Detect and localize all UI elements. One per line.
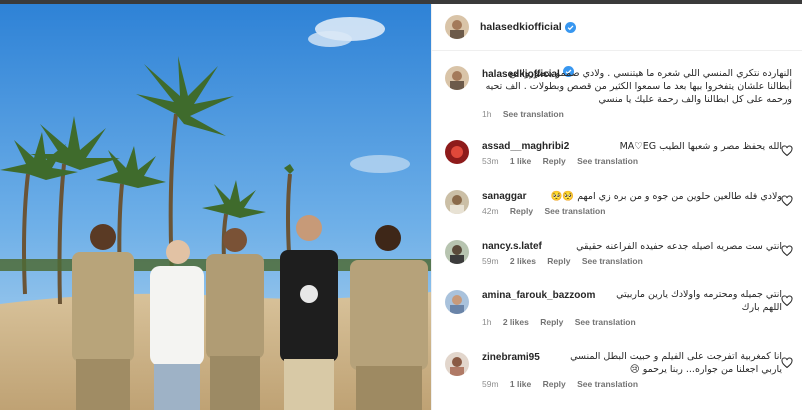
verified-badge-icon bbox=[564, 21, 576, 33]
post-header: halasedkiofficial bbox=[432, 4, 802, 51]
caption-see-translation[interactable]: See translation bbox=[503, 109, 564, 119]
comment-meta: 59m 2 likes Reply See translation bbox=[482, 256, 782, 266]
commenter-avatar[interactable] bbox=[445, 352, 469, 376]
comment-time: 59m bbox=[482, 379, 499, 389]
comments-list: halasedkiofficial النهارده نتكري المنسي … bbox=[432, 52, 802, 410]
commenter-username[interactable]: zinebrami95 bbox=[482, 352, 540, 363]
post-side-panel: halasedkiofficial halasedkiofficial النه… bbox=[431, 4, 802, 410]
comment-likes[interactable]: 1 like bbox=[510, 156, 531, 166]
comment-meta: 1h 2 likes Reply See translation bbox=[482, 317, 782, 327]
comment-meta: 59m 1 like Reply See translation bbox=[482, 379, 782, 389]
caption-meta: 1h See translation bbox=[482, 109, 794, 119]
comment-text: الله يحفظ مصر و شعبها الطيب MA♡EG bbox=[619, 141, 782, 152]
caption-time: 1h bbox=[482, 109, 492, 119]
like-heart-icon[interactable] bbox=[781, 245, 793, 257]
commenter-avatar[interactable] bbox=[445, 190, 469, 214]
comment-text: ولادي فله طالعين حلوين من جوه و من بره ز… bbox=[550, 191, 782, 202]
comment-meta: 42m Reply See translation bbox=[482, 206, 782, 216]
caption-text: النهارده نتكري المنسي اللي شعره ما هيتنس… bbox=[485, 68, 792, 105]
reply-button[interactable]: Reply bbox=[543, 379, 566, 389]
post-photo[interactable] bbox=[0, 4, 431, 410]
like-heart-icon[interactable] bbox=[781, 295, 793, 307]
see-translation-button[interactable]: See translation bbox=[577, 379, 638, 389]
comment-time: 53m bbox=[482, 156, 499, 166]
commenter-username[interactable]: sanaggar bbox=[482, 191, 526, 202]
see-translation-button[interactable]: See translation bbox=[544, 206, 605, 216]
see-translation-button[interactable]: See translation bbox=[575, 317, 636, 327]
comment-meta: 53m 1 like Reply See translation bbox=[482, 156, 782, 166]
reply-button[interactable]: Reply bbox=[547, 256, 570, 266]
owner-username[interactable]: halasedkiofficial bbox=[480, 21, 562, 33]
commenter-avatar[interactable] bbox=[445, 290, 469, 314]
commenter-avatar[interactable] bbox=[445, 140, 469, 164]
like-heart-icon[interactable] bbox=[781, 145, 793, 157]
comment-likes[interactable]: 2 likes bbox=[503, 317, 529, 327]
comment-time: 1h bbox=[482, 317, 492, 327]
reply-button[interactable]: Reply bbox=[543, 156, 566, 166]
owner-avatar[interactable] bbox=[445, 15, 469, 39]
reply-button[interactable]: Reply bbox=[510, 206, 533, 216]
comment-time: 42m bbox=[482, 206, 499, 216]
commenter-avatar[interactable] bbox=[445, 240, 469, 264]
see-translation-button[interactable]: See translation bbox=[582, 256, 643, 266]
reply-button[interactable]: Reply bbox=[540, 317, 563, 327]
comment-time: 59m bbox=[482, 256, 499, 266]
see-translation-button[interactable]: See translation bbox=[577, 156, 638, 166]
commenter-username[interactable]: amina_farouk_bazzoom bbox=[482, 290, 595, 301]
comment-likes[interactable]: 2 likes bbox=[510, 256, 536, 266]
commenter-username[interactable]: nancy.s.latef bbox=[482, 241, 542, 252]
like-heart-icon[interactable] bbox=[781, 357, 793, 369]
caption-avatar[interactable] bbox=[445, 66, 469, 90]
comment-likes[interactable]: 1 like bbox=[510, 379, 531, 389]
commenter-username[interactable]: assad__maghribi2 bbox=[482, 141, 569, 152]
like-heart-icon[interactable] bbox=[781, 195, 793, 207]
comment-text: انتي ست مصريه اصيله جدعه حفيده الفراعنه … bbox=[576, 241, 782, 252]
